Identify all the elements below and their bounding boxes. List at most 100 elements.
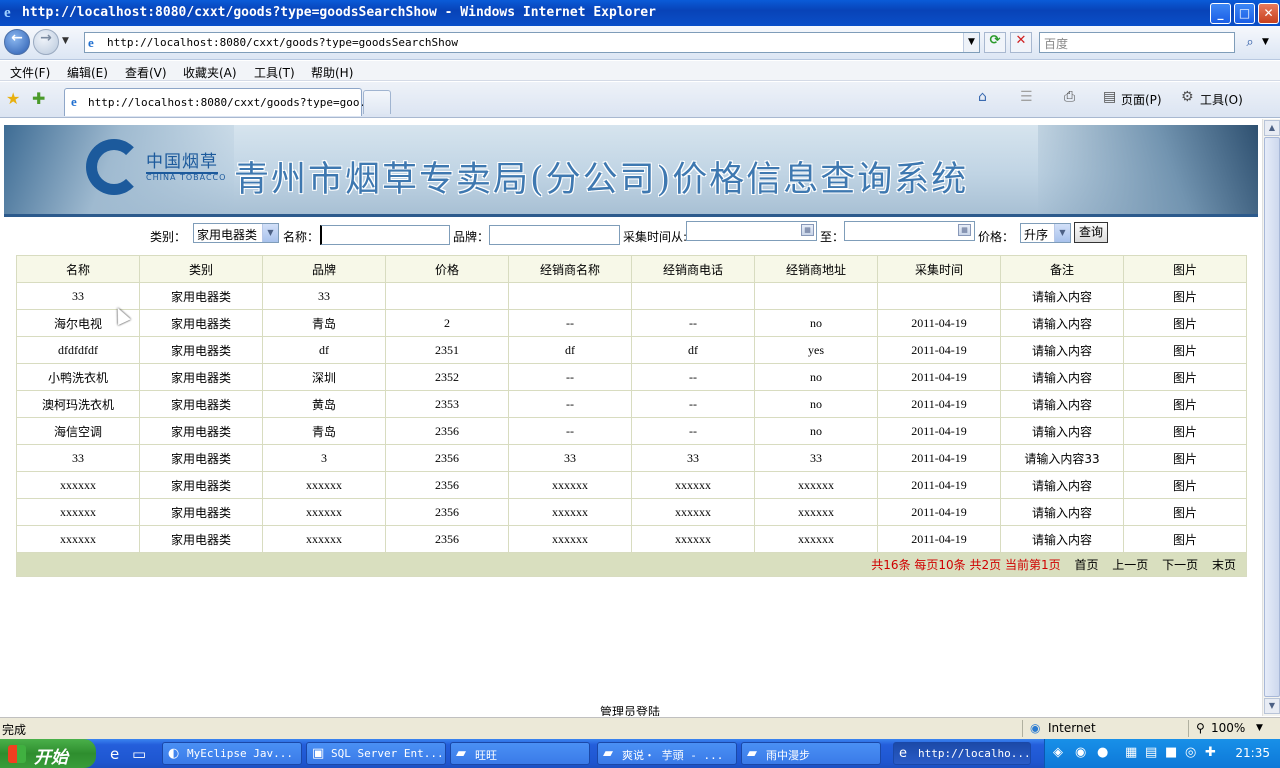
tab-current[interactable]: e http://localhost:8080/cxxt/goods?type=… [64, 88, 379, 116]
date-from-input[interactable] [686, 221, 817, 241]
image-link[interactable]: 图片 [1123, 498, 1247, 526]
scroll-thumb[interactable] [1264, 137, 1280, 697]
calendar-icon[interactable]: ▦ [801, 224, 814, 236]
task-wangwang[interactable]: ▰ 旺旺 [450, 742, 590, 765]
address-url: http://localhost:8080/cxxt/goods?type=go… [107, 36, 458, 49]
pager-first-link[interactable]: 首页 [1074, 558, 1098, 572]
image-link[interactable]: 图片 [1123, 282, 1247, 310]
table-cell: 家用电器类 [139, 309, 263, 337]
search-icon[interactable]: ⌕ [1238, 32, 1262, 53]
table-cell: 33 [631, 444, 755, 472]
brand-input[interactable] [489, 225, 620, 245]
date-to-input[interactable] [844, 221, 975, 241]
tray-app-icon[interactable]: ■ [1165, 745, 1177, 760]
table-cell: 2356 [385, 417, 509, 445]
system-title: 青州市烟草专卖局(分公司)价格信息查询系统 [234, 160, 969, 200]
table-cell: -- [508, 390, 632, 418]
table-cell: -- [508, 363, 632, 391]
feeds-icon[interactable]: ☰ [1020, 89, 1033, 105]
image-link[interactable]: 图片 [1123, 471, 1247, 499]
admin-login-link[interactable]: 管理员登陆 [600, 703, 660, 716]
address-bar[interactable]: e http://localhost:8080/cxxt/goods?type=… [84, 32, 980, 53]
forward-button[interactable]: → [33, 29, 59, 55]
name-input[interactable] [320, 225, 450, 245]
scroll-up-icon[interactable]: ▲ [1264, 120, 1280, 136]
search-input[interactable]: 百度 [1039, 32, 1235, 53]
image-link[interactable]: 图片 [1123, 363, 1247, 391]
refresh-button[interactable]: ⟳ [984, 32, 1006, 53]
query-button[interactable]: 查询 [1074, 222, 1108, 243]
table-cell: 请输入内容 [1000, 417, 1124, 445]
image-link[interactable]: 图片 [1123, 309, 1247, 337]
history-dropdown-icon[interactable]: ▼ [62, 36, 69, 46]
chevron-down-icon: ▼ [1054, 224, 1070, 242]
menu-help[interactable]: 帮助(H) [311, 64, 353, 81]
tray-app-icon[interactable]: ◉ [1075, 745, 1086, 760]
language-icon[interactable]: ◈ [1053, 745, 1063, 760]
calendar-icon[interactable]: ▦ [958, 224, 971, 236]
category-select[interactable]: 家用电器类 ▼ [193, 223, 279, 243]
page-menu-icon: ▤ [1103, 89, 1117, 105]
print-icon[interactable]: ⎙ [1064, 89, 1075, 105]
stop-button[interactable]: ✕ [1010, 32, 1032, 53]
image-link[interactable]: 图片 [1123, 525, 1247, 553]
price-order-select[interactable]: 升序 ▼ [1020, 223, 1071, 243]
date-to-label: 至： [820, 230, 845, 244]
image-link[interactable]: 图片 [1123, 336, 1247, 364]
site-banner: 中国烟草 CHINA TOBACCO 青州市烟草专卖局(分公司)价格信息查询系统 [4, 125, 1258, 217]
menu-view[interactable]: 查看(V) [125, 64, 167, 81]
pager-last-link[interactable]: 末页 [1212, 558, 1236, 572]
task-myeclipse[interactable]: ◐ MyEclipse Jav... [162, 742, 302, 765]
home-icon[interactable]: ⌂ [978, 89, 987, 105]
search-dropdown-icon[interactable]: ▼ [1262, 37, 1269, 47]
close-button[interactable]: ✕ [1258, 3, 1279, 24]
task-ie[interactable]: e http://localho... [893, 742, 1031, 765]
image-link[interactable]: 图片 [1123, 417, 1247, 445]
task-folder-2[interactable]: ▰ 爽说・ 芋頭 - ... [597, 742, 737, 765]
table-cell: no [754, 390, 878, 418]
pager-next-link[interactable]: 下一页 [1162, 558, 1198, 572]
table-cell: 家用电器类 [139, 525, 263, 553]
status-bar: 完成 ◉ Internet ⚲ 100% ▼ [0, 717, 1280, 739]
quicklaunch-desktop-icon[interactable]: ▭ [132, 745, 146, 763]
menu-file[interactable]: 文件(F) [10, 64, 50, 81]
table-cell: df [631, 336, 755, 364]
vertical-scrollbar[interactable]: ▲ ▼ [1262, 119, 1280, 716]
task-label: MyEclipse Jav... [187, 747, 293, 760]
menu-tools[interactable]: 工具(T) [254, 64, 295, 81]
category-label: 类别： [150, 230, 187, 244]
task-sqlserver[interactable]: ▣ SQL Server Ent... [306, 742, 446, 765]
table-cell: 小鸭洗衣机 [16, 363, 140, 391]
image-link[interactable]: 图片 [1123, 444, 1247, 472]
tray-app-icon[interactable]: ◎ [1185, 745, 1196, 760]
table-cell: 黄岛 [262, 390, 386, 418]
tray-app-icon[interactable]: ✚ [1205, 745, 1216, 760]
menu-edit[interactable]: 编辑(E) [67, 64, 108, 81]
table-cell: 2011-04-19 [877, 336, 1001, 364]
back-button[interactable]: ← [4, 29, 30, 55]
new-tab-button[interactable] [363, 90, 391, 114]
zoom-level[interactable]: 100% [1211, 721, 1245, 735]
scroll-down-icon[interactable]: ▼ [1264, 698, 1280, 714]
taskbar: 开始 e ▭ ◐ MyEclipse Jav... ▣ SQL Server E… [0, 739, 1280, 768]
ie-icon: e [4, 5, 11, 21]
start-button[interactable]: 开始 [0, 739, 96, 768]
favorites-star-icon[interactable]: ★ [6, 89, 20, 108]
pager-prev-link[interactable]: 上一页 [1112, 558, 1148, 572]
maximize-button[interactable]: □ [1234, 3, 1255, 24]
page-menu[interactable]: 页面(P) [1121, 91, 1162, 108]
quicklaunch-ie-icon[interactable]: e [110, 745, 119, 763]
image-link[interactable]: 图片 [1123, 390, 1247, 418]
menu-favorites[interactable]: 收藏夹(A) [183, 64, 237, 81]
tray-app-icon[interactable]: ▤ [1145, 745, 1157, 760]
table-cell: 2356 [385, 444, 509, 472]
zoom-dropdown-icon[interactable]: ▼ [1256, 723, 1263, 733]
add-favorite-icon[interactable]: ✚ [32, 89, 45, 108]
table-row: 澳柯玛洗衣机 家用电器类 黄岛 2353 -- -- no 2011-04-19 请输入内容 图片 [16, 390, 1247, 418]
task-folder-3[interactable]: ▰ 雨中漫步 [741, 742, 881, 765]
minimize-button[interactable]: _ [1210, 3, 1231, 24]
address-dropdown-icon[interactable]: ▼ [963, 33, 979, 52]
tools-menu[interactable]: 工具(O) [1200, 91, 1243, 108]
tray-app-icon[interactable]: ▦ [1125, 745, 1137, 760]
tray-app-icon[interactable]: ● [1097, 745, 1108, 760]
